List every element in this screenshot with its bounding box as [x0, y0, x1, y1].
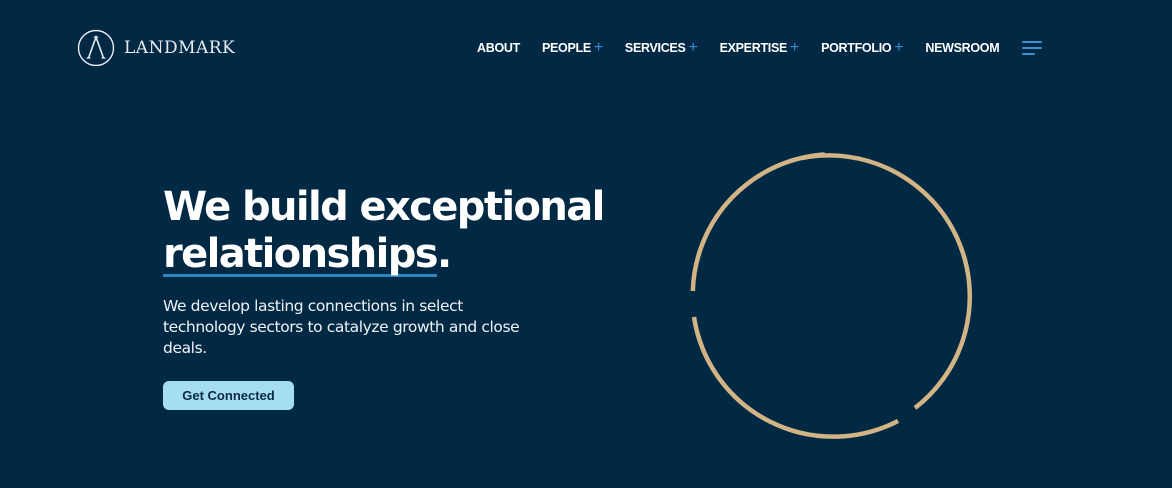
hero-title: We build exceptional relationships.: [163, 184, 605, 278]
nav-item-label: PEOPLE: [541, 41, 591, 55]
decorative-ring-icon: [690, 152, 972, 439]
nav-item-newsroom[interactable]: NEWSROOM: [925, 41, 999, 55]
nav-item-expertise[interactable]: EXPERTISE +: [719, 39, 800, 56]
nav-item-label: SERVICES: [624, 41, 686, 55]
plus-icon: +: [894, 39, 904, 56]
hamburger-menu-icon[interactable]: [1022, 40, 1042, 56]
hero-title-period: .: [437, 231, 452, 277]
ring-arc: [801, 153, 972, 410]
brand-name: LANDMARK: [124, 38, 236, 58]
landmark-a-monogram-icon: [77, 29, 115, 67]
nav-item-services[interactable]: SERVICES +: [624, 39, 698, 56]
plus-icon: +: [593, 39, 603, 56]
brand-logo[interactable]: LANDMARK: [77, 29, 235, 67]
main-nav: ABOUT PEOPLE + SERVICES + EXPERTISE + PO…: [477, 38, 1000, 58]
plus-icon: +: [688, 39, 698, 56]
nav-item-about[interactable]: ABOUT: [477, 41, 520, 55]
nav-item-label: ABOUT: [477, 41, 520, 55]
nav-item-people[interactable]: PEOPLE +: [541, 39, 603, 56]
plus-icon: +: [790, 39, 800, 56]
ring-arc: [691, 316, 900, 439]
ring-arc: [690, 152, 825, 292]
hero-title-highlight: relationships: [163, 231, 439, 277]
site-header: LANDMARK ABOUT PEOPLE + SERVICES + EXPER…: [0, 0, 1172, 96]
hero-title-line1: We build exceptional: [163, 184, 605, 230]
nav-item-portfolio[interactable]: PORTFOLIO +: [821, 39, 904, 56]
nav-item-label: EXPERTISE: [719, 41, 788, 55]
hero-subtitle: We develop lasting connections in select…: [163, 297, 520, 357]
nav-item-label: NEWSROOM: [925, 41, 1000, 55]
get-connected-button[interactable]: Get Connected: [163, 381, 294, 410]
nav-item-label: PORTFOLIO: [821, 41, 892, 55]
